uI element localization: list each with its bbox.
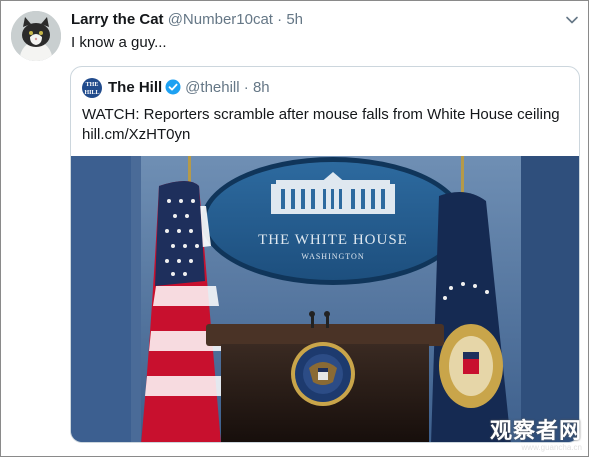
quoted-tweet-time[interactable]: 8h xyxy=(253,79,270,96)
chevron-down-icon[interactable] xyxy=(565,13,579,27)
tweet-time[interactable]: 5h xyxy=(286,11,303,28)
quoted-tweet-text: WATCH: Reporters scramble after mouse fa… xyxy=(82,106,560,123)
author-name[interactable]: Larry the Cat xyxy=(71,11,164,28)
quoted-tweet[interactable]: THE HILL The Hill @thehill · 8h WATCH: Re… xyxy=(70,66,580,443)
tweet-text: I know a guy... xyxy=(71,34,167,51)
separator-dot: · xyxy=(277,11,283,28)
quoted-tweet-header: The Hill @thehill · 8h xyxy=(108,79,270,96)
verified-badge-icon xyxy=(165,79,181,95)
author-handle[interactable]: @Number10cat xyxy=(168,11,273,28)
sign-title: THE WHITE HOUSE xyxy=(258,232,408,248)
the-hill-avatar[interactable]: THE HILL xyxy=(82,78,102,98)
sign-subtitle: WASHINGTON xyxy=(301,252,364,261)
quoted-tweet-link[interactable]: hill.cm/XzHT0yn xyxy=(82,125,190,145)
cat-avatar[interactable] xyxy=(11,11,61,61)
press-room-photo[interactable]: THE WHITE HOUSE WASHINGTON xyxy=(71,156,579,442)
quoted-separator-dot: · xyxy=(243,79,249,96)
watermark-main: 观察者网 xyxy=(489,419,582,444)
quoted-author-name[interactable]: The Hill xyxy=(108,79,162,96)
watermark: 观察者网 www.guancha.cn xyxy=(490,413,582,452)
quoted-author-handle[interactable]: @thehill xyxy=(185,79,239,96)
tweet-header: Larry the Cat @Number10cat · 5h xyxy=(71,11,303,28)
tweet-card[interactable]: Larry the Cat @Number10cat · 5h I know a… xyxy=(0,0,589,457)
